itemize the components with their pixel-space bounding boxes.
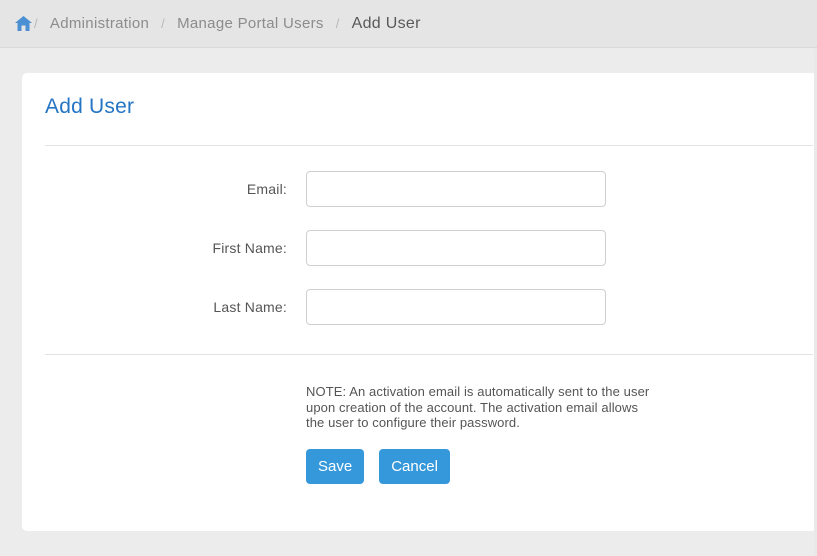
- breadcrumb-separator: /: [335, 16, 340, 31]
- breadcrumb-item-manage-portal-users[interactable]: Manage Portal Users: [177, 15, 324, 32]
- breadcrumb-separator: /: [34, 16, 38, 31]
- first-name-field[interactable]: [306, 230, 606, 266]
- last-name-field[interactable]: [306, 289, 606, 325]
- breadcrumb-separator: /: [161, 16, 166, 31]
- activation-note: NOTE: An activation email is automatical…: [306, 384, 650, 430]
- breadcrumb-item-add-user: Add User: [351, 14, 421, 32]
- last-name-label: Last Name:: [213, 299, 287, 315]
- save-button[interactable]: Save: [306, 449, 365, 484]
- home-icon: [15, 15, 32, 32]
- first-name-label: First Name:: [212, 240, 287, 256]
- form-row-last-name: Last Name:: [22, 289, 817, 325]
- form-actions: Save Cancel: [306, 449, 450, 484]
- page-title: Add User: [45, 95, 135, 118]
- email-field[interactable]: [306, 171, 606, 207]
- form-row-email: Email:: [22, 171, 817, 207]
- add-user-panel: Add User Email: First Name: Last Name: N…: [22, 73, 817, 531]
- breadcrumb-item-administration[interactable]: Administration: [50, 15, 149, 32]
- breadcrumb: / Administration / Manage Portal Users /…: [0, 0, 817, 48]
- form-divider: [45, 354, 813, 355]
- email-label: Email:: [246, 181, 287, 197]
- cancel-button[interactable]: Cancel: [379, 449, 450, 484]
- breadcrumb-home-link[interactable]: [15, 15, 32, 32]
- form-row-first-name: First Name:: [22, 230, 817, 266]
- title-divider: [45, 145, 813, 146]
